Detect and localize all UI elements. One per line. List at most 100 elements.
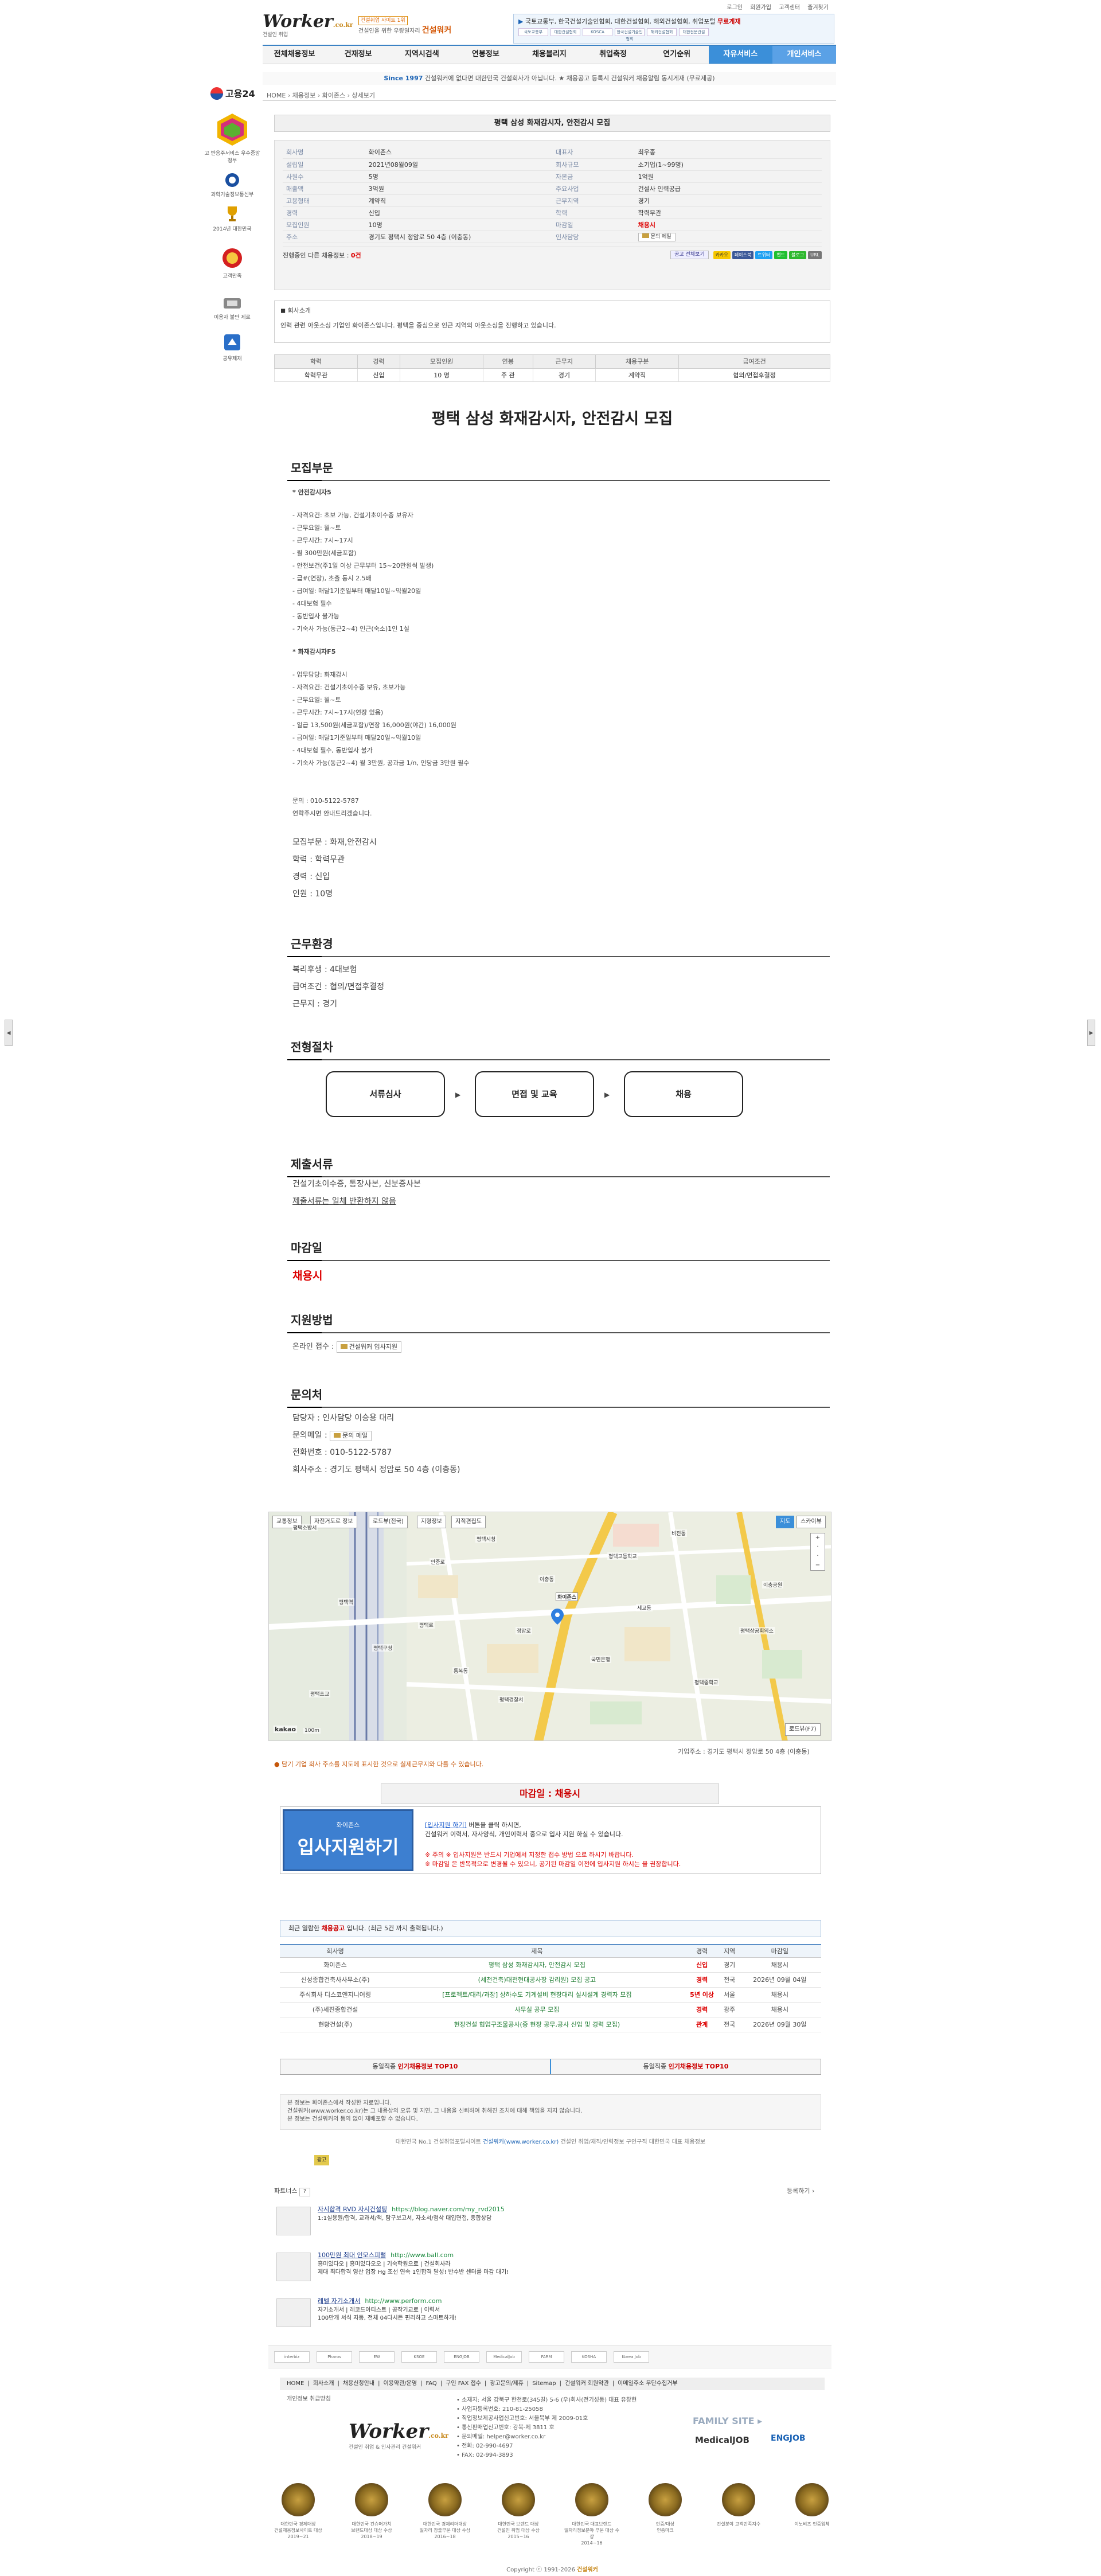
nav-item[interactable]: 건재정보 [326,46,390,64]
family-site-medicaljob[interactable]: MedicalJOB [695,2435,749,2445]
nav-item[interactable]: 취업축정 [581,46,645,64]
partners-register-link[interactable]: 등록하기 › [787,2186,814,2195]
side-badge-brand[interactable]: 2014년 대한민국 [204,205,261,232]
apply-button-company: 화이존스 [336,1821,360,1829]
family-logo[interactable]: Pharos [317,2351,352,2363]
footer-menu-item[interactable]: 광고문의/제휴 [490,2380,524,2387]
family-logo[interactable]: KOSHA [571,2351,607,2363]
hr-mail-button[interactable]: 문의 메일 [638,232,676,241]
site-logo[interactable]: Worker.co.kr 건설인 취업 [263,11,353,40]
nav-item[interactable]: 지역시검색 [390,46,454,64]
contact-mail-button[interactable]: 문의 메일 [330,1431,372,1441]
partner-item[interactable]: 자시합격 RVD 자시건설팅 https://blog.naver.com/my_… [274,2203,825,2239]
nav-item[interactable]: 전체채용정보 [263,46,326,64]
family-logo[interactable]: MedicalJob [486,2351,522,2363]
info-key: 모집인원 [283,218,365,231]
family-logo[interactable]: EW [359,2351,395,2363]
footer-menu-item[interactable]: 구인 FAX 접수 [446,2380,481,2387]
footer-menu-item[interactable]: 회사소개 [313,2380,334,2387]
warning-icon: ● [274,1761,282,1768]
side-badge-safe[interactable]: 이용자 불만 제로 [204,296,261,321]
family-logo[interactable]: interbiz [274,2351,310,2363]
recent-cell[interactable]: 평택 삼성 화재감시자, 안전감시 모집 [391,1957,684,1973]
partner-item[interactable]: 레벨 자기소개서 http://www.perform.com 자기소개서 | 레… [274,2295,825,2331]
map-terrain-button[interactable]: 지형정보 [417,1516,446,1528]
skyview-button[interactable]: 스카이뷰 [797,1516,826,1528]
recent-cell[interactable]: (세천건축)대전현대공사장 감리원) 모집 공고 [391,1972,684,1988]
map-roadview-button[interactable]: 로드뷰(전국) [369,1516,408,1528]
notice-banner[interactable]: ▶ 국토교통부, 한국건설기술인협회, 대한건설협회, 해외건설협회, 취업포털… [513,14,834,44]
recent-row[interactable]: (주)세진종합건설 사무실 공무 모집 경력 광주 채용시 [280,2002,821,2017]
slogan-brand: 건설워커 [421,26,452,35]
side-badge-gov24[interactable]: 고용24 [204,86,261,103]
util-login[interactable]: 로그인 [727,5,743,11]
top10-tab-b[interactable]: 동일직종 인기채용정보 TOP10 [550,2059,821,2074]
recent-cell[interactable]: 현장건설 협업구조물공사(중 현장 공무,공사 신입 및 경력 모집) [391,2017,684,2032]
partner-title[interactable]: 자시합격 RVD 자시건설팅 [318,2206,387,2213]
left-scroll-tab[interactable]: ◂ [5,1020,13,1046]
recent-row[interactable]: 신성종합건축사사무소(주) (세천건축)대전현대공사장 감리원) 모집 공고 경력 전… [280,1972,821,1988]
safety-item: - 급여일: 매달1기준일부터 매달10일~익월20일 [292,587,421,595]
recent-cell[interactable]: [프로젝트/대리/과장] 상하수도 기계설비 현장대리 실시설계 경력자 모집 [391,1987,684,2003]
partner-url[interactable]: http://www.ball.com [391,2251,454,2259]
map-roadview-f7[interactable]: 로드뷰(F7) [785,1723,821,1736]
util-bookmark[interactable]: 즐겨찾기 [807,5,829,11]
family-site-engjob[interactable]: ENGJOB [771,2434,806,2443]
facebook-share-icon[interactable]: 페이스북 [732,251,754,259]
partners-info-icon[interactable]: ? [299,2188,310,2196]
all-jobs-button[interactable]: 공고 전체보기 [670,251,709,259]
side-badge-labor[interactable]: 공유제재 [204,333,261,362]
util-support[interactable]: 고객센터 [779,5,800,11]
partner-title[interactable]: 레벨 자기소개서 [318,2297,360,2305]
partner-title[interactable]: 100만원 최대 인모스피럴 [318,2251,386,2259]
footer-menu-item[interactable]: HOME [287,2380,304,2387]
map-view-button[interactable]: 지도 [776,1516,795,1528]
copyline-hl[interactable]: 건설워커(www.worker.co.kr) [483,2139,559,2145]
recent-cell[interactable]: 사무실 공무 모집 [391,2002,684,2017]
privacy-link[interactable]: 개인정보 취급방침 [287,2394,331,2402]
award-seal-icon [649,2483,682,2516]
apply-note: ※ 주의 ※ 입사지원은 반드시 기업에서 지정한 접수 방법 으로 하시기 바… [425,1851,634,1859]
recent-row[interactable]: 화이존스 평택 삼성 화재감시자, 안전감시 모집 신입 경기 채용시 [280,1957,821,1973]
partner-url[interactable]: http://www.perform.com [365,2297,442,2305]
apply-desc-link[interactable]: [입사지원 하기] [425,1821,467,1829]
nav-item[interactable]: 개인서비스 [772,46,836,64]
partner-url[interactable]: https://blog.naver.com/my_rvd2015 [392,2206,505,2213]
family-logo[interactable]: KSOE [401,2351,437,2363]
band-share-icon[interactable]: 밴드 [774,251,788,259]
right-scroll-tab[interactable]: ▸ [1087,1020,1095,1046]
footer-menu-item[interactable]: 이메일주소 무단수집거부 [618,2380,677,2387]
footer-menu-item[interactable]: Sitemap [532,2380,556,2387]
top10-tab-a[interactable]: 동일직종 인기채용정보 TOP10 [280,2059,550,2074]
nav-item[interactable]: 채용블리지 [517,46,581,64]
map-cadastral-button[interactable]: 지적편집도 [451,1516,486,1528]
apply-button[interactable]: 화이존스 입사지원하기 [283,1809,413,1871]
twitter-share-icon[interactable]: 트위터 [755,251,773,259]
family-logo[interactable]: FARM [529,2351,564,2363]
footer-menu-item[interactable]: 이용약관/운영 [383,2380,417,2387]
family-logo[interactable]: ENGJOB [444,2351,479,2363]
nav-item[interactable]: 연기순위 [645,46,709,64]
award-seal-icon [575,2483,608,2516]
nav-item-active[interactable]: 자유서비스 [708,46,772,64]
footer-menu-item[interactable]: 채용신청안내 [343,2380,374,2387]
side-badge-gov[interactable]: 고 반응주서비스 우수중앙정부 [204,112,261,164]
footer-menu-item[interactable]: 건설워커 회원약관 [565,2380,609,2387]
url-copy-icon[interactable]: URL [808,251,822,259]
online-apply-button[interactable]: 건설워커 입사지원 [336,1341,402,1353]
side-badge-science[interactable]: 과학기술정보통신부 [204,172,261,198]
family-site-label[interactable]: FAMILY SITE ▸ [693,2415,762,2426]
nav-item[interactable]: 연봉정보 [454,46,517,64]
location-map[interactable]: 교통정보 자전거도로 정보 로드뷰(전국) 지형정보 지적편집도 지도 스카이뷰… [268,1512,831,1741]
kakao-share-icon[interactable]: 카카오 [713,251,731,259]
blog-share-icon[interactable]: 블로그 [789,251,807,259]
map-zoom-control[interactable]: + · · − [810,1533,825,1571]
family-logo[interactable]: Korea Job [614,2351,649,2363]
util-signup[interactable]: 회원가입 [750,5,771,11]
side-badge-satisfaction[interactable]: 고객만족 [204,247,261,279]
info-value: 채용시 [634,218,822,231]
footer-menu-item[interactable]: FAQ [425,2380,436,2387]
partner-item[interactable]: 100만원 최대 인모스피럴 http://www.ball.com 흥미있다오 … [274,2249,825,2285]
recent-row[interactable]: 주식회사 디스코엔지니어링 [프로젝트/대리/과장] 상하수도 기계설비 현장대리… [280,1987,821,2003]
recent-row[interactable]: 현황건설(주) 현장건설 협업구조물공사(중 현장 공무,공사 신입 및 경력 모… [280,2017,821,2032]
